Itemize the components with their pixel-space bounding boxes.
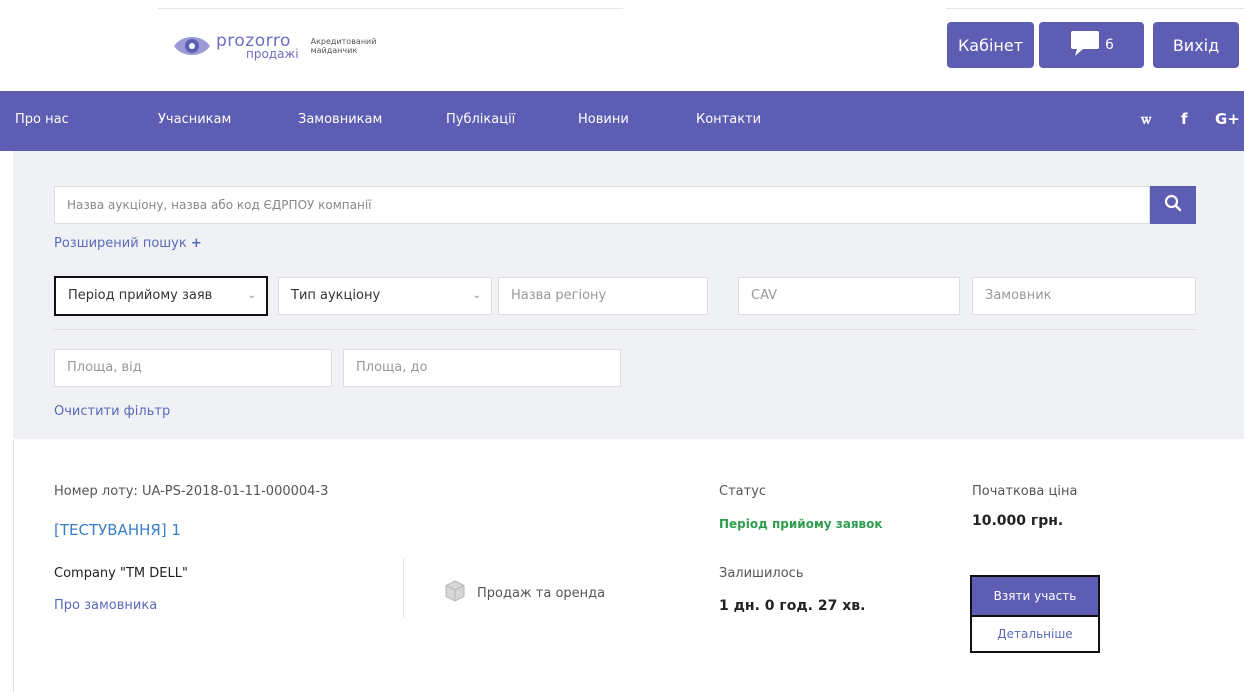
- nav-item-participants[interactable]: Учасникам: [158, 112, 231, 127]
- participate-button[interactable]: Взяти участь: [970, 575, 1100, 615]
- facebook-icon[interactable]: f: [1181, 110, 1188, 128]
- company-name: Company "TM DELL": [54, 566, 188, 581]
- auction-type-value: Тип аукціону: [291, 288, 381, 303]
- advanced-search-label: Розширений пошук: [54, 236, 187, 251]
- accredited-badge: Акредитований майданчик: [310, 36, 377, 55]
- participate-button-label: Взяти участь: [993, 589, 1077, 603]
- chevron-down-icon: ⌄: [472, 290, 481, 301]
- exit-button-label: Вихід: [1172, 35, 1220, 55]
- cabinet-button-label: Кабінет: [957, 35, 1024, 55]
- vk-icon[interactable]: ꮃ: [1141, 110, 1151, 128]
- category-label: Продаж та оренда: [477, 585, 606, 601]
- messages-button[interactable]: 6: [1039, 22, 1144, 68]
- main-nav: Про нас Учасникам Замовникам Публікації …: [0, 91, 1244, 151]
- area-from-input[interactable]: Площа, від: [54, 349, 332, 387]
- plus-icon: +: [190, 236, 202, 251]
- status-label: Статус: [719, 484, 767, 499]
- nav-item-publications[interactable]: Публікації: [446, 112, 515, 127]
- area-to-placeholder: Площа, до: [356, 360, 428, 375]
- messages-count: 6: [1105, 37, 1114, 53]
- lot-number: Номер лоту: UA-PS-2018-01-11-000004-3: [54, 484, 329, 499]
- prozorro-eye-icon: [172, 32, 212, 60]
- nav-item-about[interactable]: Про нас: [15, 112, 69, 127]
- search-placeholder: Назва аукціону, назва або код ЄДРПОУ ком…: [67, 198, 372, 212]
- area-to-input[interactable]: Площа, до: [343, 349, 621, 387]
- lot-category: Продаж та оренда: [445, 580, 605, 606]
- status-value: Період прийому заявок: [719, 517, 883, 531]
- site-logo[interactable]: prozorro продажі Акредитований майданчик: [172, 26, 381, 66]
- nav-item-news[interactable]: Новини: [578, 112, 629, 127]
- price-value: 10.000 грн.: [972, 513, 1064, 529]
- lot-card: [13, 440, 1244, 692]
- customer-input[interactable]: Замовник: [972, 277, 1196, 315]
- period-select[interactable]: Період прийому заяв ⌄: [54, 276, 268, 316]
- search-input[interactable]: Назва аукціону, назва або код ЄДРПОУ ком…: [54, 186, 1150, 224]
- clear-filter-link[interactable]: Очистити фільтр: [54, 404, 170, 419]
- auction-type-select[interactable]: Тип аукціону ⌄: [278, 277, 492, 315]
- cav-placeholder: CAV: [751, 288, 778, 303]
- filter-divider: [54, 329, 1196, 330]
- chat-icon: [1069, 29, 1103, 61]
- nav-item-contacts[interactable]: Контакти: [696, 112, 761, 127]
- chevron-down-icon: ⌄: [247, 290, 256, 301]
- remaining-value: 1 дн. 0 год. 27 хв.: [719, 598, 866, 614]
- top-divider: [946, 8, 1244, 9]
- search-button[interactable]: [1150, 186, 1196, 224]
- cav-input[interactable]: CAV: [738, 277, 960, 315]
- box-icon: [445, 580, 465, 606]
- price-label: Початкова ціна: [972, 484, 1078, 499]
- region-input[interactable]: Назва регіону: [498, 277, 708, 315]
- about-customer-link[interactable]: Про замовника: [54, 598, 157, 613]
- top-divider: [158, 8, 623, 9]
- area-from-placeholder: Площа, від: [67, 360, 142, 375]
- search-icon: [1164, 194, 1182, 216]
- period-select-value: Період прийому заяв: [68, 288, 213, 303]
- cabinet-button[interactable]: Кабінет: [947, 22, 1034, 68]
- logo-sub-text: продажі: [246, 46, 299, 61]
- customer-placeholder: Замовник: [985, 288, 1052, 303]
- region-placeholder: Назва регіону: [511, 288, 607, 303]
- remaining-label: Залишилось: [719, 566, 804, 581]
- card-divider: [403, 558, 404, 618]
- nav-item-customers[interactable]: Замовникам: [298, 112, 382, 127]
- advanced-search-link[interactable]: Розширений пошук +: [54, 236, 202, 251]
- google-plus-icon[interactable]: G+: [1215, 110, 1240, 128]
- details-button[interactable]: Детальніше: [970, 615, 1100, 653]
- details-button-label: Детальніше: [997, 627, 1073, 641]
- exit-button[interactable]: Вихід: [1153, 22, 1239, 68]
- lot-title-link[interactable]: [ТЕСТУВАННЯ] 1: [54, 521, 181, 539]
